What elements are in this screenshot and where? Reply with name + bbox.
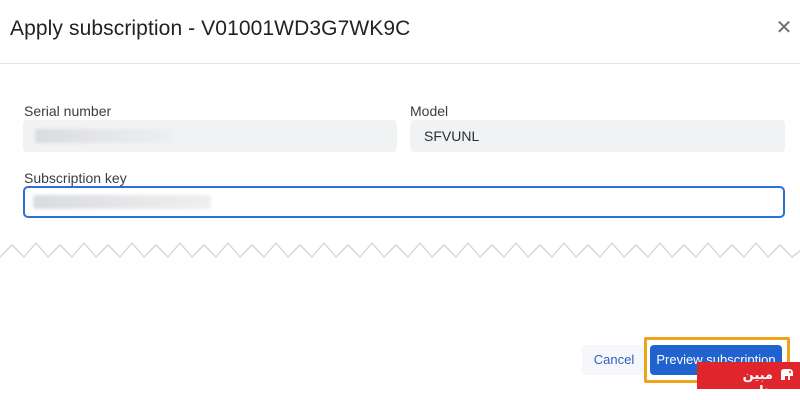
model-field: SFVUNL <box>410 120 785 152</box>
serial-number-label: Serial number <box>24 103 112 119</box>
watermark-text: مبین هاست <box>732 367 773 398</box>
dialog-title: Apply subscription - V01001WD3G7WK9C <box>10 17 411 40</box>
dialog-header: Apply subscription - V01001WD3G7WK9C ✕ <box>0 0 800 64</box>
serial-number-redacted <box>35 129 175 143</box>
subscription-key-redacted <box>33 195 211 209</box>
model-value: SFVUNL <box>424 128 480 144</box>
watermark-badge: مبین هاست <box>697 362 800 398</box>
close-icon[interactable]: ✕ <box>774 18 794 38</box>
model-label: Model <box>410 103 449 119</box>
subscription-key-label: Subscription key <box>24 170 127 186</box>
watermark-logo-icon <box>781 369 793 380</box>
cancel-button[interactable]: Cancel <box>582 345 646 375</box>
subscription-key-input[interactable] <box>23 186 785 218</box>
serial-number-field <box>23 120 397 152</box>
torn-edge-divider <box>0 242 800 268</box>
